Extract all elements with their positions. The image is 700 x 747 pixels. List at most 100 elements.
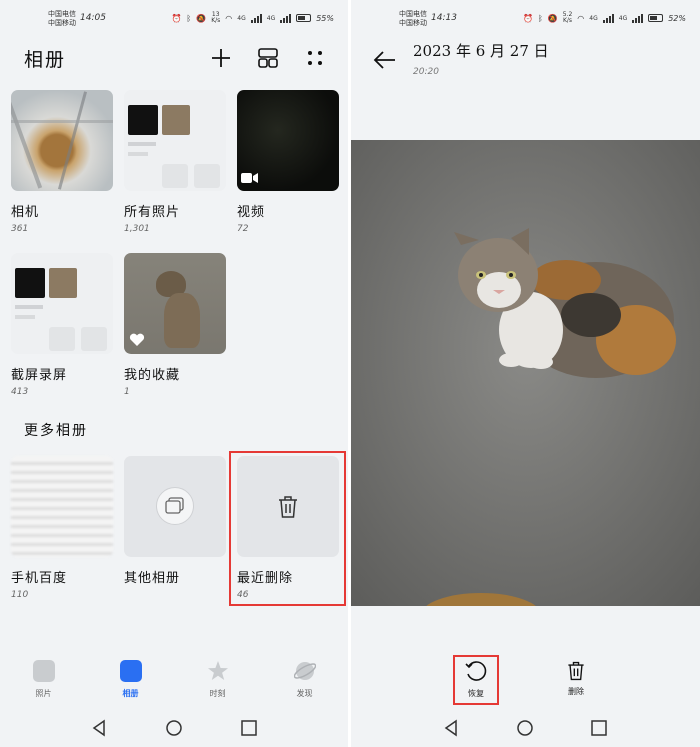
nav-label: 相册 — [122, 689, 139, 698]
nav-label: 时刻 — [209, 689, 226, 698]
album-camera[interactable]: 相机 361 — [11, 90, 113, 234]
delete-button[interactable]: 删除 — [554, 660, 598, 697]
mute-icon: 🔕 — [547, 13, 558, 23]
heart-icon — [129, 333, 145, 346]
album-name: 所有照片 — [124, 205, 181, 220]
nav-moments[interactable]: 时刻 — [188, 660, 248, 705]
album-favorites[interactable]: 我的收藏 1 — [124, 253, 226, 397]
home-nav-icon[interactable] — [517, 720, 533, 736]
status-bar: 中国电信 中国移动 14:05 ⏰ ᛒ 🔕 13 K/s ◠ 4G 4G 55% — [0, 8, 348, 32]
trash-icon — [568, 661, 584, 681]
system-nav-bar — [92, 719, 257, 737]
nav-photos[interactable]: 照片 — [14, 660, 74, 705]
album-count: 72 — [237, 224, 249, 234]
cat-image — [351, 140, 700, 606]
network-type-2: 4G — [618, 14, 628, 22]
status-time: 14:05 — [80, 13, 106, 23]
layout-icon[interactable] — [256, 46, 280, 70]
album-name: 相机 — [11, 205, 40, 220]
back-nav-icon[interactable] — [444, 719, 457, 737]
network-type-2: 4G — [266, 14, 276, 22]
battery-icon — [296, 14, 312, 22]
carrier-2: 中国移动 — [399, 19, 427, 27]
carrier-info: 中国电信 中国移动 — [399, 10, 427, 28]
status-time: 14:13 — [431, 13, 457, 23]
album-other[interactable]: 其他相册 — [124, 456, 226, 586]
battery-level: 52% — [668, 13, 686, 23]
album-thumbnail — [124, 253, 226, 354]
album-count: 413 — [11, 387, 29, 397]
album-count: 1 — [124, 387, 130, 397]
add-icon[interactable] — [209, 46, 233, 70]
back-nav-icon[interactable] — [92, 719, 105, 737]
video-camera-icon — [241, 173, 258, 183]
album-name: 手机百度 — [11, 571, 68, 586]
wifi-icon: ◠ — [225, 13, 233, 23]
album-name: 视频 — [237, 205, 266, 220]
carrier-1: 中国电信 — [399, 10, 427, 18]
bluetooth-icon: ᛒ — [537, 13, 543, 23]
albums-icon — [119, 660, 142, 682]
delete-label: 删除 — [568, 687, 584, 696]
carrier-1: 中国电信 — [48, 10, 76, 18]
page-title: 相册 — [24, 49, 67, 71]
carrier-info: 中国电信 中国移动 — [48, 10, 76, 28]
highlight-box — [453, 655, 499, 705]
moments-icon — [207, 661, 228, 680]
highlight-box — [229, 451, 346, 606]
album-count: 361 — [11, 224, 29, 234]
album-baidu[interactable]: 手机百度 110 — [11, 456, 113, 600]
album-count: 110 — [11, 590, 29, 600]
system-nav-bar — [444, 719, 607, 737]
recents-nav-icon[interactable] — [241, 720, 257, 736]
alarm-icon: ⏰ — [171, 13, 182, 23]
battery-level: 55% — [316, 13, 334, 23]
photo-time: 20:20 — [413, 67, 439, 77]
album-count: 1,301 — [124, 224, 150, 234]
nav-discover[interactable]: 发现 — [275, 660, 335, 705]
bluetooth-icon: ᛒ — [186, 13, 192, 23]
home-nav-icon[interactable] — [166, 720, 182, 736]
album-name: 我的收藏 — [124, 368, 181, 383]
cat-photo[interactable] — [351, 140, 700, 606]
recents-nav-icon[interactable] — [591, 720, 607, 736]
alarm-icon: ⏰ — [523, 13, 533, 23]
album-thumbnail — [11, 90, 113, 191]
album-thumbnail — [11, 253, 113, 354]
albums-stack-icon — [165, 497, 184, 514]
album-thumbnail — [237, 90, 339, 191]
signal-icon-2 — [280, 13, 292, 23]
discover-icon — [293, 662, 316, 680]
album-screenshots[interactable]: 截屏录屏 413 — [11, 253, 113, 397]
network-type-1: 4G — [589, 14, 598, 22]
album-name: 截屏录屏 — [11, 368, 68, 383]
photo-detail-screen: 中国电信 中国移动 14:13 ⏰ ᛒ 🔕 5.2 K/s ◠ 4G 4G 52%… — [351, 0, 700, 747]
album-name: 其他相册 — [124, 571, 181, 586]
bottom-nav: 照片 相册 时刻 发现 — [0, 660, 348, 705]
photos-icon — [32, 660, 55, 682]
albums-screen: 中国电信 中国移动 14:05 ⏰ ᛒ 🔕 13 K/s ◠ 4G 4G 55% … — [0, 0, 348, 747]
signal-icon-2 — [632, 13, 644, 23]
mute-icon: 🔕 — [196, 13, 207, 23]
nav-label: 发现 — [296, 689, 313, 698]
signal-icon — [602, 13, 614, 23]
status-bar: 中国电信 中国移动 14:13 ⏰ ᛒ 🔕 5.2 K/s ◠ 4G 4G 52% — [351, 8, 700, 32]
album-all-photos[interactable]: 所有照片 1,301 — [124, 90, 226, 234]
battery-icon — [648, 14, 664, 22]
carrier-2: 中国移动 — [48, 19, 76, 27]
network-speed: 5.2 K/s — [562, 11, 573, 24]
photo-date: 2023 年 6 月 27 日 — [413, 42, 549, 60]
album-videos[interactable]: 视频 72 — [237, 90, 339, 234]
album-thumbnail — [124, 90, 226, 191]
more-albums-title: 更多相册 — [24, 423, 88, 439]
network-type-1: 4G — [237, 14, 246, 22]
nav-albums[interactable]: 相册 — [101, 660, 161, 705]
back-arrow-icon[interactable] — [373, 50, 397, 70]
status-indicators: ⏰ ᛒ 🔕 5.2 K/s ◠ 4G 4G 52% — [523, 12, 686, 24]
status-indicators: ⏰ ᛒ 🔕 13 K/s ◠ 4G 4G 55% — [171, 12, 334, 24]
signal-icon — [250, 13, 262, 23]
more-options-icon[interactable] — [303, 46, 327, 70]
network-speed: 13 K/s — [211, 11, 221, 24]
album-thumbnail — [124, 456, 226, 557]
album-thumbnail — [11, 456, 113, 557]
